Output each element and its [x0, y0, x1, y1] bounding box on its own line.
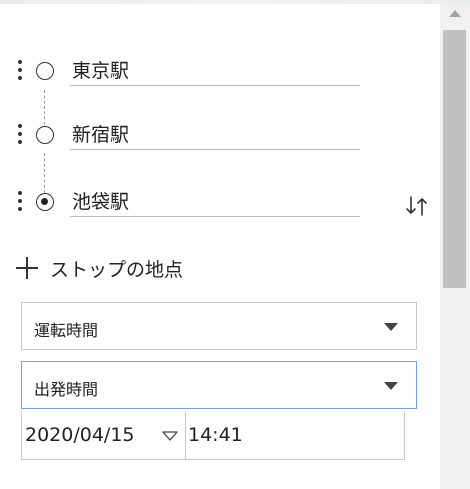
drag-handle-icon[interactable]	[17, 60, 23, 84]
time-input[interactable]: 14:41	[186, 412, 406, 460]
waypoint-destination-input[interactable]	[70, 185, 360, 217]
date-picker[interactable]: 2020/04/15	[22, 412, 186, 460]
waypoint-row-start	[0, 52, 440, 92]
add-stop-button[interactable]: ストップの地点	[16, 252, 183, 284]
time-mode-select[interactable]: 出発時間	[21, 361, 417, 409]
drag-handle-icon[interactable]	[17, 124, 23, 148]
waypoint-via-icon	[36, 126, 54, 144]
time-mode-value: 出発時間	[34, 380, 99, 399]
waypoint-via-input[interactable]	[70, 118, 360, 150]
plus-icon	[16, 257, 38, 279]
scroll-up-arrow-icon[interactable]	[449, 10, 461, 17]
datetime-group: 2020/04/15 14:41	[21, 412, 405, 460]
travel-mode-value: 運転時間	[34, 321, 99, 340]
chevron-down-icon	[384, 382, 398, 390]
scroll-thumb[interactable]	[443, 30, 466, 288]
travel-mode-select[interactable]: 運転時間	[21, 302, 417, 350]
date-value: 2020/04/15	[25, 424, 135, 446]
waypoint-start-icon	[36, 62, 54, 80]
drag-handle-icon[interactable]	[17, 191, 23, 215]
directions-panel: ストップの地点 運転時間 出発時間 2020/04/15 14:41	[0, 0, 470, 489]
waypoint-row-via	[0, 116, 440, 156]
chevron-down-icon	[384, 323, 398, 331]
waypoint-destination-icon	[36, 193, 54, 211]
waypoint-start-input[interactable]	[70, 54, 360, 86]
waypoint-row-destination	[0, 183, 440, 223]
vertical-scrollbar[interactable]	[440, 4, 470, 489]
chevron-down-icon	[162, 431, 178, 441]
add-stop-label: ストップの地点	[50, 258, 184, 281]
swap-vertical-icon[interactable]	[404, 193, 430, 219]
time-value: 14:41	[188, 424, 243, 446]
map-edge-strip	[0, 0, 470, 4]
